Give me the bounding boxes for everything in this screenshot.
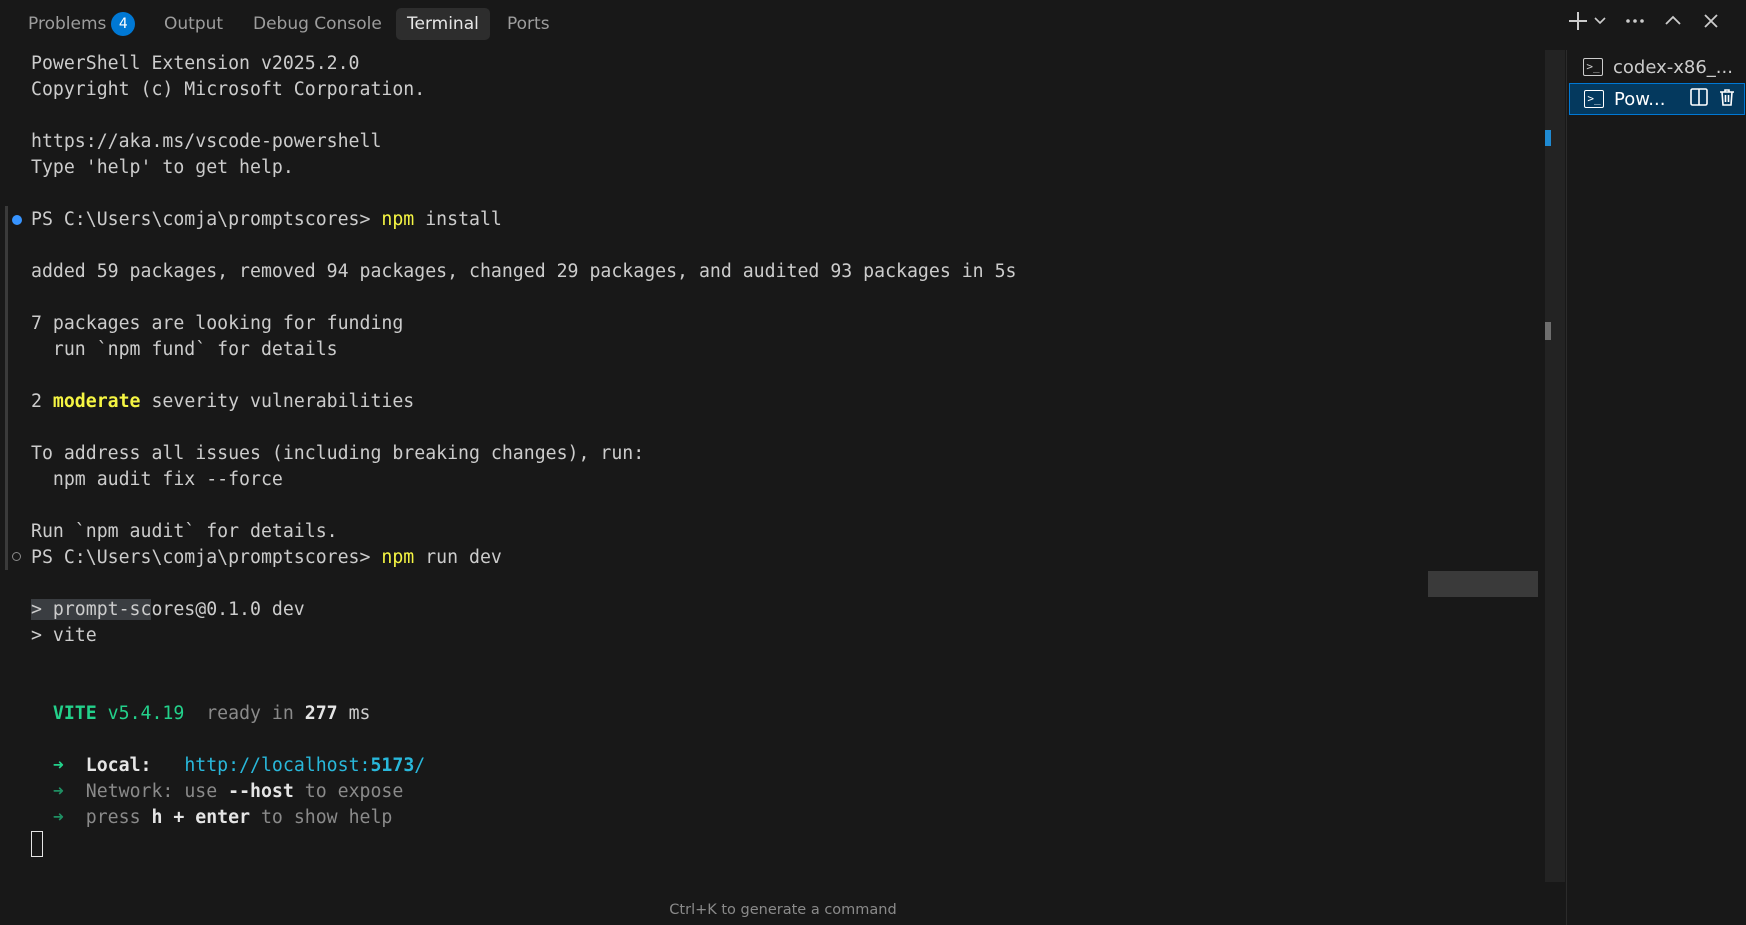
vite-ready-text: ready in [184,703,305,724]
help-keys: h + enter [151,807,251,828]
vite-ready-unit: ms [337,703,371,724]
close-icon[interactable] [1699,10,1723,38]
command-decoration-bar [5,206,8,570]
terminal-line: 2 moderate severity vulnerabilities [31,389,414,415]
terminal-icon: >_ [1583,58,1603,76]
chevron-up-icon[interactable] [1661,10,1685,38]
panel-tab-bar: Problems 4 Output Debug Console Terminal … [0,0,1746,48]
scroll-marker [1545,130,1551,146]
vite-ready-ms: 277 [304,703,338,724]
vite-local-line: ➜ Local: http://localhost:5173/ [31,753,425,779]
tab-ports[interactable]: Ports [496,8,561,40]
plus-icon[interactable] [1566,10,1590,38]
trash-icon[interactable] [1715,87,1739,111]
split-terminal-icon[interactable] [1687,87,1711,111]
terminal-line: To address all issues (including breakin… [31,443,645,464]
terminal-tab-label: codex-x86_... [1613,57,1733,78]
terminal-line: Run `npm audit` for details. [31,521,338,542]
command-args: run dev [414,547,502,568]
scroll-thumb[interactable] [1545,322,1551,340]
command-name: npm [381,209,415,230]
vuln-severity: moderate [52,391,141,412]
terminal-tabs-list: >_ codex-x86_... >_ Pow... [1566,50,1746,925]
vite-name: VITE [52,703,97,724]
terminal-line: Copyright (c) Microsoft Corporation. [31,79,426,100]
ellipsis-icon[interactable] [1623,10,1647,38]
problems-count-badge: 4 [111,12,136,36]
vite-version: v5.4.19 [96,703,185,724]
tab-output[interactable]: Output [153,8,234,40]
arrow-icon: ➜ [52,781,64,802]
network-label: Network [85,781,163,802]
terminal-line: run `npm fund` for details [31,339,338,360]
tab-ports-label: Ports [507,14,550,34]
command-running-marker[interactable] [12,552,21,561]
vite-help-line: ➜ press h + enter to show help [31,805,392,831]
terminal-tab-label: Pow... [1614,89,1666,110]
terminal-scrollbar[interactable] [1545,50,1565,882]
terminal-line: > vite [31,625,97,646]
tab-output-label: Output [164,14,224,34]
tab-debug-console[interactable]: Debug Console [242,8,393,40]
tab-terminal[interactable]: Terminal [396,8,490,40]
prompt-text: PS C:\Users\comja\promptscores> [31,547,382,568]
tab-problems-label: Problems [28,14,107,34]
terminal-prompt-line: PS C:\Users\comja\promptscores> npm run … [31,545,502,571]
terminal-line: PowerShell Extension v2025.2.0 [31,53,360,74]
help-text: to show help [250,807,393,828]
terminal-prompt-line: PS C:\Users\comja\promptscores> npm inst… [31,207,502,233]
scroll-hover-indicator [1428,571,1538,597]
local-url-port: 5173 [370,755,415,776]
command-args: install [414,209,502,230]
local-url-path: / [414,755,426,776]
tab-debug-console-label: Debug Console [253,14,382,34]
terminal-line: https://aka.ms/vscode-powershell [31,131,382,152]
terminal-line: > prompt-scores@0.1.0 dev [31,597,305,623]
selected-text: > prompt-sc [31,599,152,620]
vite-ready-line: VITE v5.4.19 ready in 277 ms [31,701,371,727]
network-text: to expose [293,781,404,802]
tab-problems[interactable]: Problems 4 [17,8,146,40]
terminal-output[interactable]: PowerShell Extension v2025.2.0 Copyright… [0,50,1540,882]
terminal-tab-powershell[interactable]: >_ Pow... [1569,83,1745,115]
terminal-line: Type 'help' to get help. [31,157,294,178]
local-url-host: http://localhost: [184,755,371,776]
terminal-line: npm audit fix --force [31,469,283,490]
arrow-icon: ➜ [52,807,64,828]
local-label: Local: [85,755,152,776]
terminal-line: 7 packages are looking for funding [31,313,404,334]
arrow-icon: ➜ [52,755,64,776]
terminal-tab-codex[interactable]: >_ codex-x86_... [1569,52,1745,84]
terminal-line: added 59 packages, removed 94 packages, … [31,261,1017,282]
help-text: press [85,807,152,828]
command-name: npm [381,547,415,568]
chevron-down-icon[interactable] [1592,10,1608,38]
local-url[interactable]: http://localhost:5173/ [184,755,425,776]
vite-network-line: ➜ Network: use --host to expose [31,779,403,805]
generate-command-hint: Ctrl+K to generate a command [669,902,897,918]
terminal-text: ores@0.1.0 dev [151,599,305,620]
prompt-text: PS C:\Users\comja\promptscores> [31,209,382,230]
command-success-marker[interactable] [12,215,22,225]
vuln-count: 2 [31,391,53,412]
network-text: : use [162,781,229,802]
terminal-cursor [31,831,43,857]
terminal-icon: >_ [1584,90,1604,108]
vuln-text: severity vulnerabilities [140,391,415,412]
network-flag: --host [228,781,294,802]
tab-terminal-label: Terminal [407,14,479,34]
